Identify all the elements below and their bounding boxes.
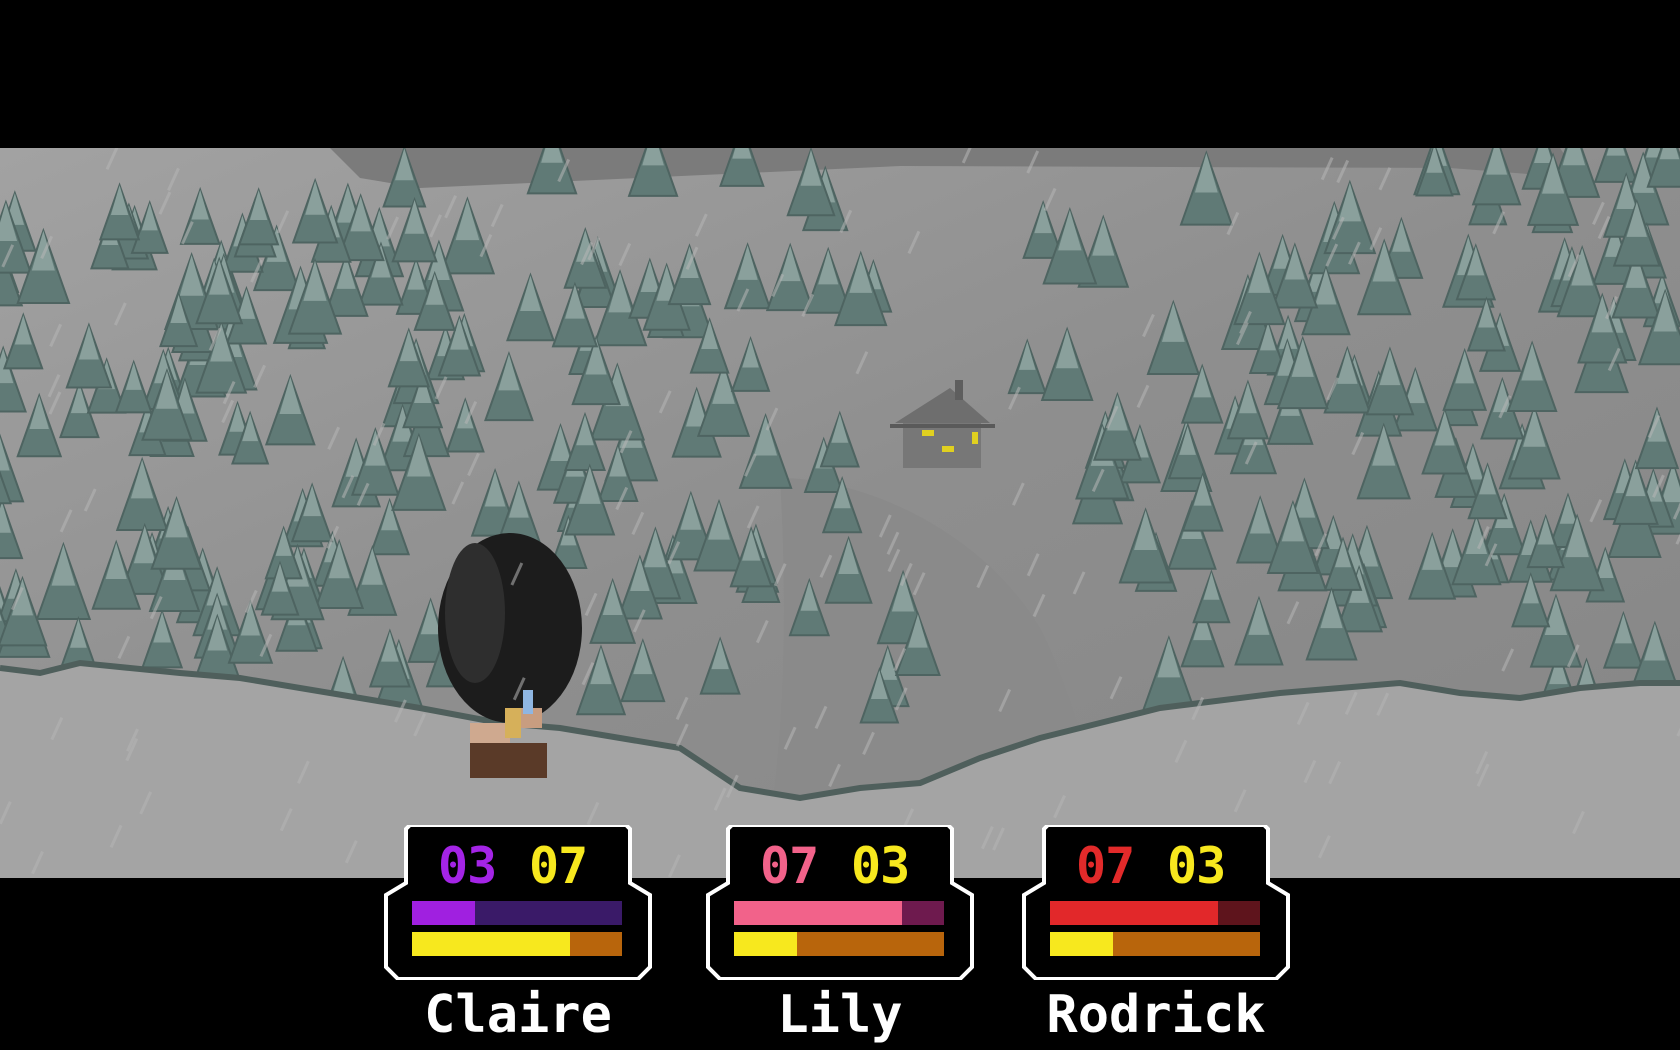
mp-bar-fill (734, 932, 797, 956)
mp-bar (412, 932, 622, 956)
hp-value: 07 (760, 837, 819, 895)
hp-value: 03 (438, 837, 497, 895)
party-member-card-claire: 03 07 (384, 825, 652, 980)
party-member-name: Claire (424, 985, 612, 1045)
hp-bar (734, 901, 944, 925)
game-world-view (0, 148, 1680, 878)
hp-bar-fill (1050, 901, 1218, 925)
mp-value: 03 (1167, 837, 1226, 895)
mp-value: 03 (851, 837, 910, 895)
party-member-name: Rodrick (1046, 985, 1266, 1045)
hp-value: 07 (1076, 837, 1135, 895)
hp-bar-fill (412, 901, 475, 925)
hp-bar (1050, 901, 1260, 925)
mp-bar-fill (412, 932, 570, 956)
hp-bar (412, 901, 622, 925)
party-member-card-rodrick: 07 03 (1022, 825, 1290, 980)
mp-value: 07 (529, 837, 588, 895)
hp-bar-fill (734, 901, 902, 925)
mp-bar (1050, 932, 1260, 956)
snowy-forest-scene (0, 148, 1680, 878)
mp-bar (734, 932, 944, 956)
party-member-card-lily: 07 03 (706, 825, 974, 980)
mp-bar-fill (1050, 932, 1113, 956)
party-member-name: Lily (777, 985, 903, 1045)
